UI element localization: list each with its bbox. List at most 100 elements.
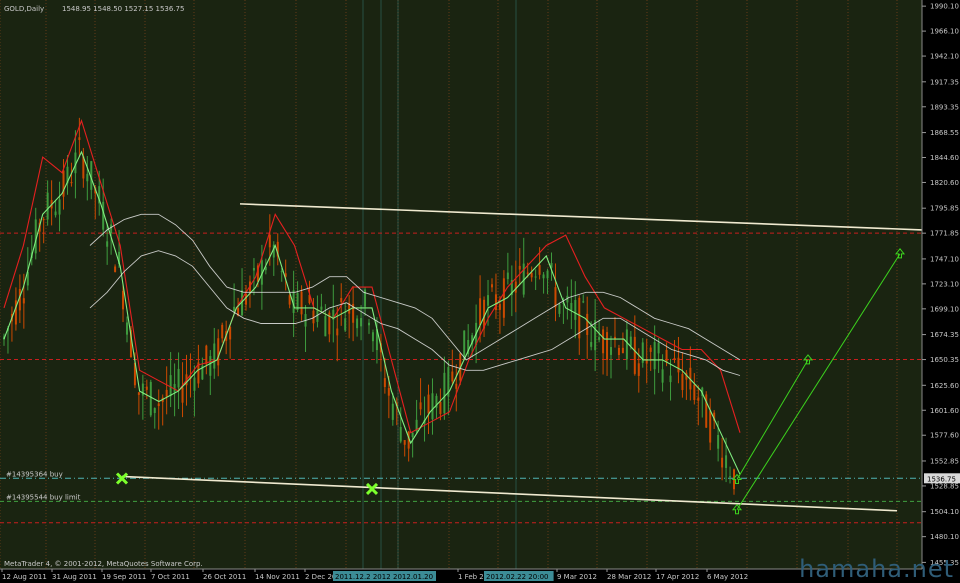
candle-body-51 [205,345,208,365]
candle-body-10 [42,219,45,221]
y-axis-area [922,0,960,583]
candle-body-181 [721,457,724,468]
candle-body-67 [268,234,271,248]
candle-body-135 [538,265,541,275]
y-tick-label-9: 1771.85 [930,230,959,238]
candle-body-175 [697,397,700,401]
y-tick-label-12: 1699.10 [930,305,959,313]
candle-body-27 [110,224,113,234]
candle-body-58 [233,306,236,311]
candle-body-110 [439,401,442,415]
y-tick-label-6: 1844.60 [930,154,959,162]
candle-body-55 [221,324,224,339]
candle-body-36 [145,386,148,390]
candle-body-137 [546,270,549,279]
candle-body-168 [669,375,672,383]
candle-body-136 [542,274,545,279]
candle-body-54 [217,338,220,366]
candle-body-151 [602,329,605,354]
x-tick-label-0: 12 Aug 2011 [2,573,47,581]
y-tick-label-7: 1820.60 [930,179,959,187]
candle-body-30 [122,290,125,310]
y-tick-label-4: 1893.35 [930,103,959,111]
y-tick-label-0: 1990.10 [930,3,959,11]
candle-body-157 [625,329,628,360]
candle-body-133 [530,272,533,278]
candle-body-154 [613,336,616,339]
copyright-text: MetaTrader 4, © 2001-2012, MetaQuotes So… [4,560,203,568]
candle-body-159 [633,336,636,374]
candle-body-25 [102,201,105,230]
candle-body-28 [114,266,117,272]
x-tick-label-11: 6 May 2012 [707,573,748,581]
candle-body-72 [288,295,291,305]
candle-body-11 [46,192,49,220]
time-marker-label-1: 2012.01.20 [393,573,433,581]
y-tick-label-1: 1966.10 [930,28,959,36]
candle-body-63 [252,268,255,271]
candle-body-89 [356,318,359,329]
candle-body-140 [558,304,561,314]
candle-body-14 [58,199,61,215]
x-tick-label-2: 19 Sep 2011 [102,573,146,581]
candle-body-45 [181,387,184,403]
watermark: hamaha.net [799,555,954,583]
x-tick-label-10: 17 Apr 2012 [656,573,699,581]
candle-body-38 [153,408,156,413]
candle-body-169 [673,357,676,360]
plot-area [0,0,922,569]
x-tick-label-4: 26 Oct 2011 [203,573,246,581]
candle-body-70 [280,271,283,273]
y-tick-label-14: 1650.35 [930,356,959,364]
candle-body-111 [443,372,446,414]
candle-body-174 [693,384,696,400]
candle-body-152 [606,332,609,360]
y-tick-label-21: 1480.10 [930,533,959,541]
y-tick-label-20: 1504.10 [930,508,959,516]
candle-body-134 [534,276,537,278]
candle-body-167 [665,349,668,363]
candle-body-26 [106,241,109,247]
candle-body-120 [479,298,482,326]
current-price-label: 1536.75 [927,475,956,483]
candle-body-165 [657,342,660,354]
candle-body-41 [165,389,168,397]
x-tick-label-9: 28 Mar 2012 [607,573,651,581]
candle-body-170 [677,357,680,373]
candle-body-61 [245,293,248,305]
y-tick-label-13: 1674.35 [930,331,959,339]
candle-body-39 [157,403,160,407]
candle-body-182 [725,455,728,468]
candle-body-84 [336,328,339,336]
candle-body-114 [455,383,458,389]
candle-body-80 [320,306,323,310]
candle-body-139 [554,287,557,308]
candle-body-146 [582,301,585,303]
candle-body-166 [661,369,664,383]
candle-body-53 [213,343,216,369]
candle-body-75 [300,291,303,315]
candle-body-19 [78,137,81,141]
candle-body-108 [431,393,434,420]
candle-body-34 [137,392,140,395]
candle-body-149 [594,320,597,351]
candle-body-143 [570,302,573,311]
candle-body-5 [22,298,25,304]
candle-body-148 [590,342,593,347]
candle-body-122 [487,295,490,306]
y-tick-label-5: 1868.55 [930,129,959,137]
candle-body-144 [574,300,577,320]
y-tick-label-10: 1747.10 [930,255,959,263]
candle-body-107 [427,394,430,414]
candle-body-93 [371,332,374,342]
candle-body-116 [463,330,466,360]
candle-body-150 [598,337,601,340]
candle-body-21 [86,173,89,182]
candle-body-130 [518,265,521,270]
y-tick-label-3: 1917.35 [930,78,959,86]
candle-body-103 [411,432,414,438]
y-tick-label-16: 1601.60 [930,407,959,415]
chart-symbol: GOLD,Daily [4,5,44,13]
candle-body-42 [169,375,172,397]
price-chart[interactable]: 1990.10 1966.10 1942.10 1917.35 1893.35 1868.… [0,0,960,583]
